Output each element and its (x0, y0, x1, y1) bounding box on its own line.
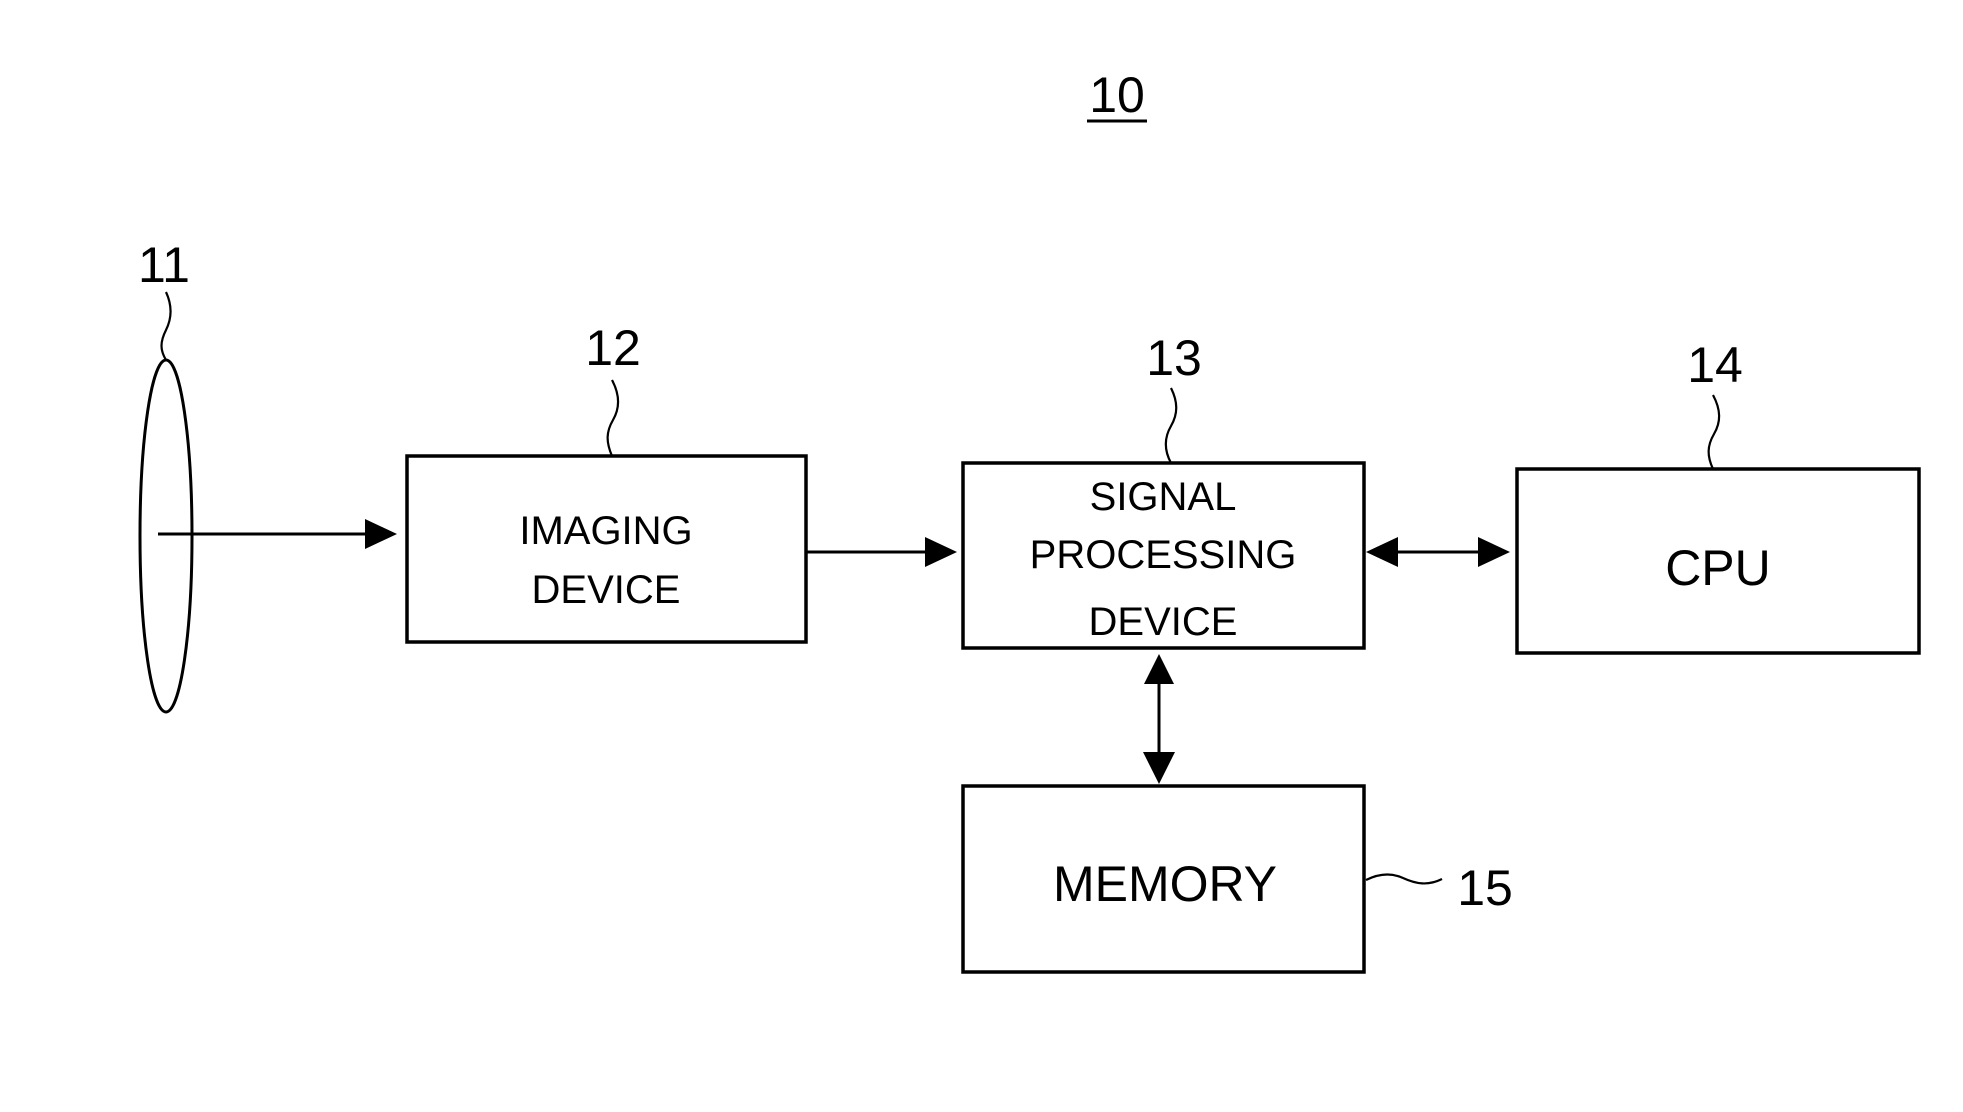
arrow-head-up (1144, 654, 1174, 684)
cpu-box: CPU (1515, 467, 1921, 655)
arrow-signal-cpu-bidirectional (1366, 537, 1510, 567)
memory-label: MEMORY (1053, 856, 1277, 912)
arrow-head (365, 519, 397, 549)
lens-icon (138, 358, 194, 714)
signal-processing-label-line-2: PROCESSING (1030, 533, 1297, 577)
signal-leader-line (1164, 387, 1178, 464)
arrow-head-down (1143, 752, 1175, 784)
cpu-label: CPU (1665, 540, 1771, 596)
signal-processing-label-line-3: DEVICE (1089, 600, 1238, 644)
lens-reference-label: 11 (138, 237, 190, 293)
imaging-device-label-line-1: IMAGING (519, 509, 692, 553)
memory-leader-line (1365, 873, 1443, 885)
imaging-device-box: IMAGING DEVICE (405, 454, 808, 644)
arrow-lens-to-imaging (158, 519, 397, 549)
signal-reference-label: 13 (1146, 330, 1202, 386)
memory-reference-label: 15 (1457, 860, 1513, 916)
signal-processing-device-box: SIGNAL PROCESSING DEVICE (961, 461, 1366, 650)
arrow-head-left (1366, 537, 1398, 567)
cpu-reference-label: 14 (1687, 337, 1743, 393)
arrow-imaging-to-signal (806, 537, 957, 567)
block-diagram: 10 11 12 IMAGING DEVICE 13 SIGNAL PROCES… (138, 67, 1921, 974)
imaging-reference-label: 12 (585, 320, 641, 376)
lens-leader-line (160, 291, 172, 361)
cpu-leader-line (1707, 394, 1721, 470)
arrow-head (925, 537, 957, 567)
arrow-signal-memory-bidirectional (1143, 654, 1175, 784)
memory-box: MEMORY (961, 784, 1366, 974)
imaging-device-label-line-2: DEVICE (532, 568, 681, 612)
arrow-head-right (1478, 537, 1510, 567)
imaging-leader-line (606, 379, 620, 457)
signal-processing-label-line-1: SIGNAL (1090, 475, 1237, 519)
figure-reference-label: 10 (1089, 67, 1145, 123)
